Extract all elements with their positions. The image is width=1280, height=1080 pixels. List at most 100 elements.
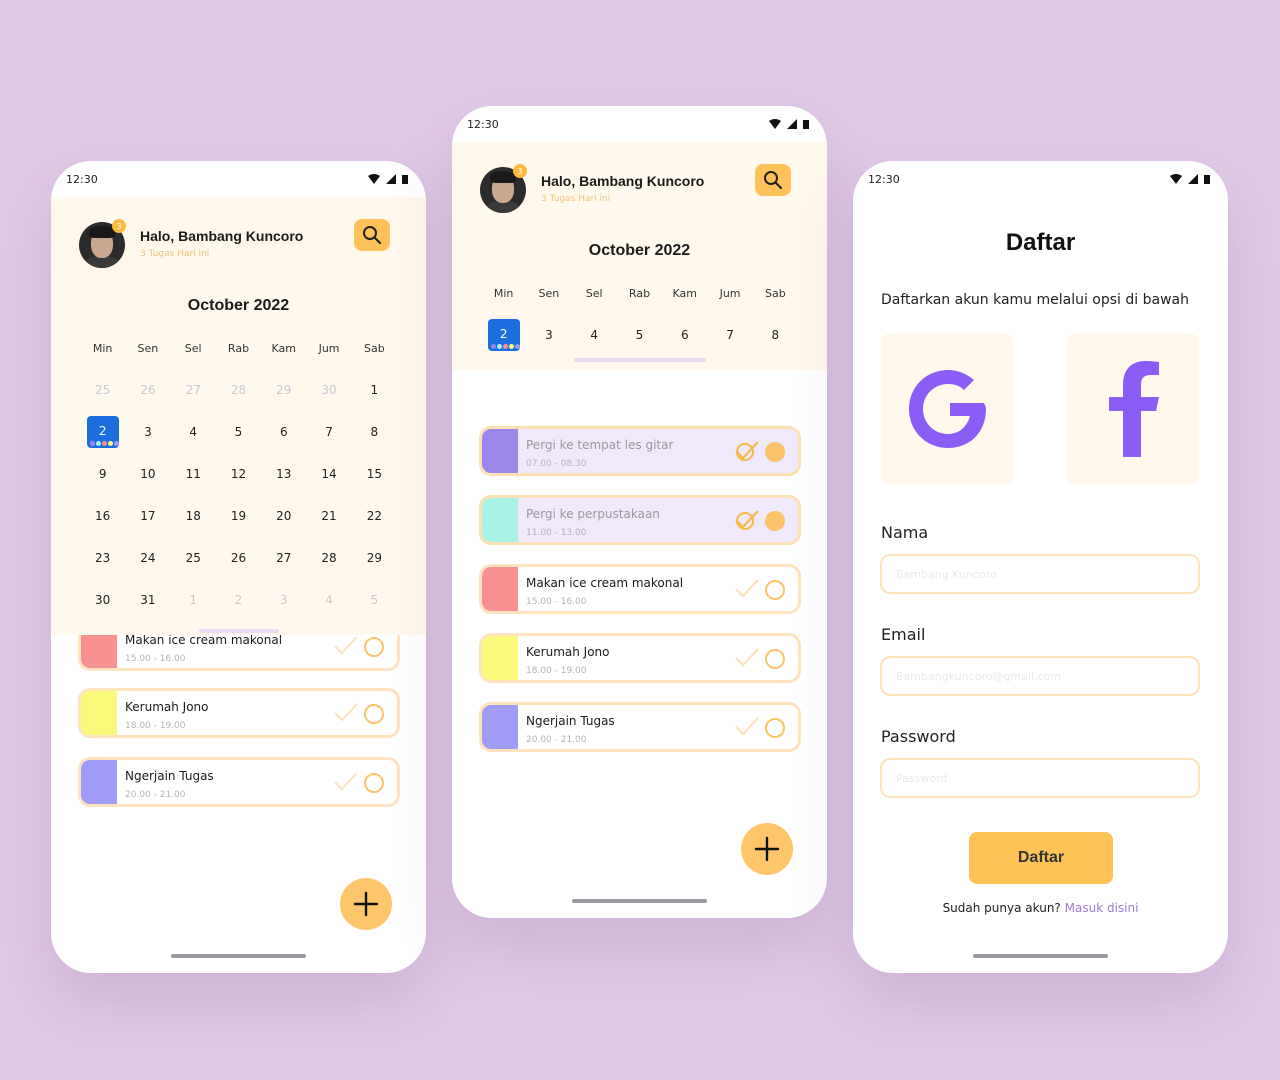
calendar-day[interactable]: 26 [125,374,170,406]
calendar-day[interactable]: 5 [617,319,662,351]
calendar-day[interactable]: 1 [352,374,397,406]
task-toggle[interactable] [765,511,785,531]
task-toggle[interactable] [364,637,384,657]
login-prompt: Sudah punya akun? [942,901,1061,915]
calendar-day[interactable]: 3 [526,319,571,351]
calendar-day[interactable]: 6 [261,416,306,448]
task-toggle[interactable] [765,442,785,462]
check-icon[interactable] [333,702,359,724]
check-icon[interactable] [734,509,760,531]
calendar-day[interactable]: 27 [171,374,216,406]
calendar-day[interactable]: 13 [261,458,306,490]
task-card[interactable]: Makan ice cream makonal 15.00 - 16.00 [479,564,801,614]
event-dots [490,344,520,349]
calendar-day[interactable]: 1 [171,584,216,616]
calendar-day[interactable]: 26 [216,542,261,574]
calendar-day[interactable]: 8 [753,319,798,351]
register-button[interactable]: Daftar [969,832,1113,884]
calendar-day[interactable]: 3 [261,584,306,616]
facebook-signup-button[interactable]: f [1066,333,1199,485]
calendar-day[interactable]: 15 [352,458,397,490]
calendar-day[interactable]: 2 [216,584,261,616]
task-toggle[interactable] [765,580,785,600]
calendar-day[interactable]: 16 [80,500,125,532]
calendar-day[interactable]: 28 [216,374,261,406]
add-task-button[interactable] [340,878,392,930]
phone-register: 12:30 Daftar Daftarkan akun kamu melalui… [853,161,1228,973]
search-button[interactable] [354,219,390,251]
task-toggle[interactable] [364,773,384,793]
task-title: Makan ice cream makonal [526,576,684,590]
calendar-day[interactable]: 27 [261,542,306,574]
google-signup-button[interactable]: G [881,333,1014,485]
check-icon[interactable] [333,771,359,793]
calendar-day[interactable]: 28 [306,542,351,574]
search-button[interactable] [755,164,791,196]
calendar-day[interactable]: 3 [125,416,170,448]
check-icon[interactable] [734,440,760,462]
name-label: Nama [881,523,929,542]
calendar-day[interactable]: 18 [171,500,216,532]
calendar-day[interactable]: 22 [352,500,397,532]
calendar-day[interactable]: 30 [306,374,351,406]
calendar-day[interactable]: 17 [125,500,170,532]
facebook-icon: f [1108,361,1159,457]
name-field[interactable] [880,554,1200,594]
calendar-day[interactable]: 14 [306,458,351,490]
calendar-day[interactable]: 24 [125,542,170,574]
panel-drag-handle[interactable] [199,629,279,633]
calendar-day[interactable]: 2 [80,416,125,448]
calendar-day[interactable]: 7 [306,416,351,448]
calendar-day[interactable]: 4 [171,416,216,448]
calendar-day[interactable]: 11 [171,458,216,490]
task-title: Kerumah Jono [125,700,209,714]
calendar-day[interactable]: 31 [125,584,170,616]
calendar-day[interactable]: 6 [662,319,707,351]
check-icon[interactable] [734,647,760,669]
calendar-day[interactable]: 4 [306,584,351,616]
panel-drag-handle[interactable] [574,358,706,362]
home-indicator[interactable] [973,954,1108,958]
calendar-day[interactable]: 25 [171,542,216,574]
calendar-day[interactable]: 29 [261,374,306,406]
email-field[interactable] [880,656,1200,696]
calendar-day[interactable]: 21 [306,500,351,532]
task-toggle[interactable] [765,718,785,738]
calendar-day[interactable]: 9 [80,458,125,490]
calendar-day[interactable]: 19 [216,500,261,532]
calendar-day[interactable]: 5 [216,416,261,448]
task-card[interactable]: Kerumah Jono 18.00 - 19.00 [479,633,801,683]
task-color-strip [81,760,117,804]
task-time: 07.00 - 08.30 [526,459,587,469]
calendar-day[interactable]: 7 [707,319,752,351]
task-card[interactable]: Ngerjain Tugas 20.00 - 21.00 [78,757,400,807]
calendar-day[interactable]: 20 [261,500,306,532]
task-card[interactable]: Kerumah Jono 18.00 - 19.00 [78,688,400,738]
calendar-day[interactable]: 2 [481,319,526,351]
calendar-day[interactable]: 25 [80,374,125,406]
calendar-day[interactable]: 12 [216,458,261,490]
task-card[interactable]: Pergi ke perpustakaan 11.00 - 13.00 [479,495,801,545]
task-toggle[interactable] [765,649,785,669]
calendar-day[interactable]: 23 [80,542,125,574]
check-icon[interactable] [734,578,760,600]
calendar-day[interactable]: 29 [352,542,397,574]
password-field[interactable] [880,758,1200,798]
calendar-day[interactable]: 10 [125,458,170,490]
home-indicator[interactable] [572,899,707,903]
calendar-day[interactable]: 8 [352,416,397,448]
task-count-subtitle: 3 Tugas Hari ini [541,194,611,204]
calendar-day[interactable]: 30 [80,584,125,616]
task-card[interactable]: Pergi ke tempat les gitar 07.00 - 08.30 [479,426,801,476]
check-icon[interactable] [734,716,760,738]
calendar-day[interactable]: 4 [572,319,617,351]
battery-icon [402,175,408,184]
home-indicator[interactable] [171,954,306,958]
task-card[interactable]: Ngerjain Tugas 20.00 - 21.00 [479,702,801,752]
calendar-day[interactable]: 5 [352,584,397,616]
add-task-button[interactable] [741,823,793,875]
login-link[interactable]: Masuk disini [1065,901,1139,915]
notification-badge: 3 [513,164,527,178]
check-icon[interactable] [333,635,359,657]
task-toggle[interactable] [364,704,384,724]
